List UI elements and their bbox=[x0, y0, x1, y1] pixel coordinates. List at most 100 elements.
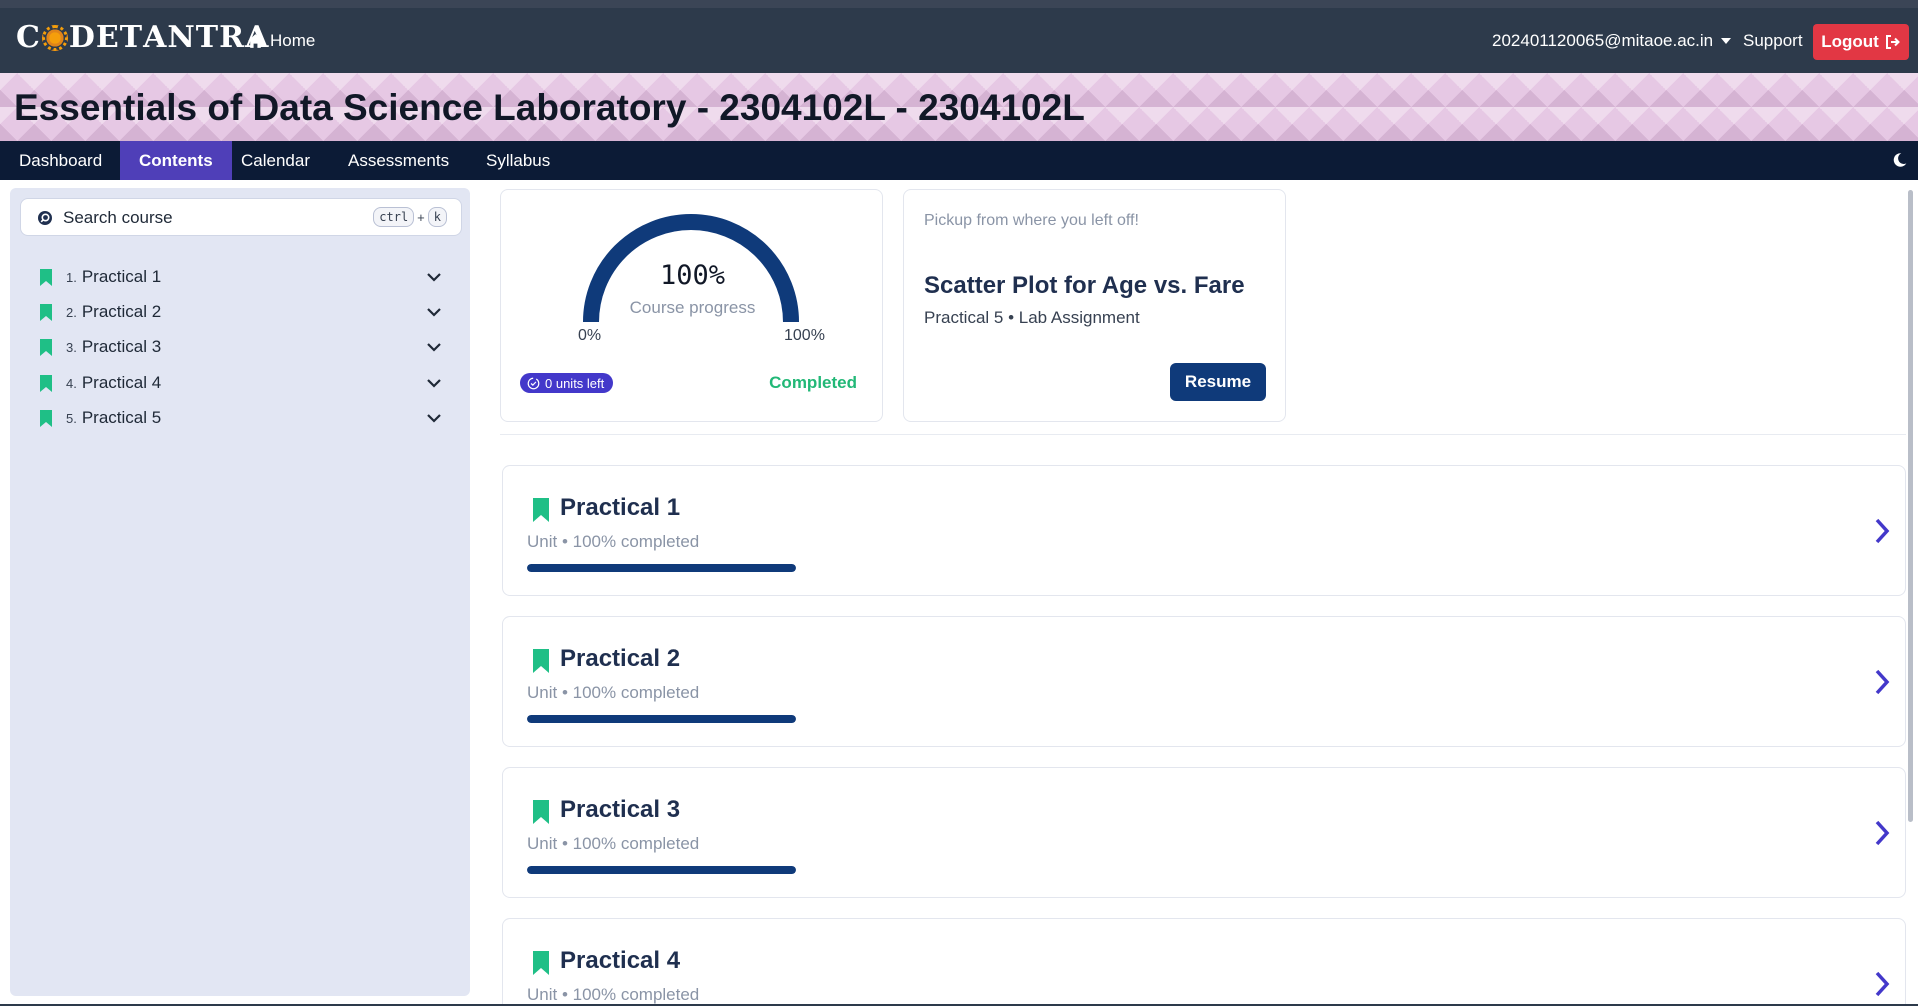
search-icon bbox=[38, 211, 52, 225]
sidebar-item-label: Practical 3 bbox=[81, 337, 162, 356]
search-course-button[interactable]: Search course ctrl + k bbox=[20, 198, 462, 236]
logout-label: Logout bbox=[1821, 32, 1879, 51]
bookmark-icon bbox=[533, 800, 549, 824]
unit-progress-bar bbox=[527, 715, 796, 723]
codetantra-logo[interactable]: C DET ANTRA bbox=[16, 20, 269, 55]
kbd-k: k bbox=[427, 207, 447, 227]
course-tabs: Dashboard Contents Calendar Assessments … bbox=[0, 141, 1918, 180]
page-scrollbar-thumb[interactable] bbox=[1908, 190, 1913, 822]
user-menu-dropdown[interactable]: 202401120065@mitaoe.ac.in bbox=[1492, 31, 1732, 51]
home-icon bbox=[248, 33, 263, 48]
logo-letter-c: C bbox=[16, 20, 41, 55]
unit-title: Practical 4 bbox=[560, 947, 681, 974]
logout-button[interactable]: Logout bbox=[1813, 24, 1909, 60]
resume-hint: Pickup from where you left off! bbox=[924, 212, 1139, 229]
moon-icon[interactable] bbox=[1890, 151, 1908, 169]
course-progress-card: 100% Course progress 0% 100% 0 units lef… bbox=[500, 189, 883, 422]
units-left-text: 0 units left bbox=[545, 375, 605, 391]
home-link[interactable]: Home bbox=[247, 31, 315, 51]
logo-text-part: DET bbox=[68, 20, 144, 55]
logo-sun-icon bbox=[41, 24, 68, 51]
bookmark-icon bbox=[40, 303, 52, 321]
bookmark-icon bbox=[40, 374, 52, 392]
unit-title: Practical 1 bbox=[560, 494, 681, 521]
bookmark-icon bbox=[40, 338, 52, 356]
search-course-label: Search course bbox=[63, 208, 173, 227]
unit-card-practical-1[interactable]: Practical 1 Unit • 100% completed bbox=[502, 465, 1906, 596]
sidebar-item-number: 3. bbox=[66, 339, 77, 355]
chevron-down-icon[interactable] bbox=[426, 269, 442, 285]
resume-lesson-subtitle: Practical 5 • Lab Assignment bbox=[924, 308, 1140, 327]
resume-lesson-title: Scatter Plot for Age vs. Fare bbox=[924, 272, 1245, 299]
top-navbar: C DET ANTRA Home 202401120065@mitaoe.ac.… bbox=[0, 8, 1918, 73]
tab-dashboard[interactable]: Dashboard bbox=[0, 141, 121, 180]
tab-contents[interactable]: Contents bbox=[120, 141, 232, 180]
chevron-right-icon[interactable] bbox=[1873, 970, 1891, 998]
search-shortcut: ctrl + k bbox=[373, 207, 447, 227]
unit-subtitle: Unit • 100% completed bbox=[527, 532, 700, 551]
unit-card-practical-4[interactable]: Practical 4 Unit • 100% completed bbox=[502, 918, 1906, 1006]
unit-progress-bar bbox=[527, 866, 796, 874]
caret-down-icon bbox=[1721, 38, 1732, 44]
page-title: Essentials of Data Science Laboratory - … bbox=[14, 87, 1085, 128]
sidebar-item-number: 2. bbox=[66, 304, 77, 320]
unit-progress-bar bbox=[527, 564, 796, 572]
gauge-max-label: 100% bbox=[784, 327, 825, 344]
support-link[interactable]: Support bbox=[1743, 31, 1803, 51]
kbd-ctrl: ctrl bbox=[373, 207, 415, 227]
bookmark-icon bbox=[533, 649, 549, 673]
unit-subtitle: Unit • 100% completed bbox=[527, 985, 700, 1004]
sidebar-item-number: 5. bbox=[66, 410, 77, 426]
tab-calendar[interactable]: Calendar bbox=[222, 141, 329, 180]
sidebar-item-practical-2[interactable]: 2. Practical 2 bbox=[40, 297, 460, 327]
home-label: Home bbox=[270, 31, 316, 50]
units-left-badge: 0 units left bbox=[520, 373, 614, 393]
kbd-plus: + bbox=[417, 209, 425, 225]
user-email: 202401120065@mitaoe.ac.in bbox=[1492, 31, 1714, 50]
chevron-right-icon[interactable] bbox=[1873, 668, 1891, 696]
tab-assessments[interactable]: Assessments bbox=[329, 141, 468, 180]
bookmark-icon bbox=[40, 409, 52, 427]
sidebar-item-label: Practical 5 bbox=[81, 408, 162, 427]
tab-syllabus[interactable]: Syllabus bbox=[467, 141, 569, 180]
section-divider bbox=[500, 434, 1906, 435]
unit-progress-fill bbox=[527, 866, 796, 874]
course-sidebar: Search course ctrl + k 1. Practical 1 2.… bbox=[10, 188, 470, 996]
chevron-right-icon[interactable] bbox=[1873, 819, 1891, 847]
sidebar-item-label: Practical 4 bbox=[81, 373, 162, 392]
unit-title: Practical 2 bbox=[560, 645, 681, 672]
unit-title: Practical 3 bbox=[560, 796, 681, 823]
unit-card-practical-2[interactable]: Practical 2 Unit • 100% completed bbox=[502, 616, 1906, 747]
bookmark-icon bbox=[533, 951, 549, 975]
bookmark-icon bbox=[40, 268, 52, 286]
unit-subtitle: Unit • 100% completed bbox=[527, 683, 700, 702]
chevron-down-icon[interactable] bbox=[426, 375, 442, 391]
sidebar-item-practical-3[interactable]: 3. Practical 3 bbox=[40, 332, 460, 362]
chevron-down-icon[interactable] bbox=[426, 339, 442, 355]
sidebar-item-label: Practical 2 bbox=[81, 302, 162, 321]
clock-check-icon bbox=[527, 377, 540, 389]
window-top-strip bbox=[0, 0, 1918, 8]
sidebar-item-practical-4[interactable]: 4. Practical 4 bbox=[40, 368, 460, 398]
status-completed: Completed bbox=[769, 373, 857, 392]
sign-out-icon bbox=[1885, 35, 1900, 49]
sidebar-item-number: 1. bbox=[66, 269, 77, 285]
sidebar-item-label: Practical 1 bbox=[81, 267, 162, 286]
sidebar-item-practical-1[interactable]: 1. Practical 1 bbox=[40, 262, 460, 292]
resume-button[interactable]: Resume bbox=[1170, 363, 1266, 401]
unit-card-practical-3[interactable]: Practical 3 Unit • 100% completed bbox=[502, 767, 1906, 898]
progress-percent: 100% bbox=[659, 260, 726, 291]
chevron-down-icon[interactable] bbox=[426, 410, 442, 426]
bookmark-icon bbox=[533, 498, 549, 522]
progress-label: Course progress bbox=[629, 298, 756, 317]
sidebar-item-number: 4. bbox=[66, 375, 77, 391]
gauge-min-label: 0% bbox=[578, 327, 602, 344]
resume-card: Pickup from where you left off! Scatter … bbox=[903, 189, 1286, 422]
course-banner: Essentials of Data Science Laboratory - … bbox=[0, 73, 1918, 141]
sidebar-item-practical-5[interactable]: 5. Practical 5 bbox=[40, 403, 460, 433]
chevron-down-icon[interactable] bbox=[426, 304, 442, 320]
unit-subtitle: Unit • 100% completed bbox=[527, 834, 700, 853]
unit-progress-fill bbox=[527, 564, 796, 572]
chevron-right-icon[interactable] bbox=[1873, 517, 1891, 545]
unit-progress-fill bbox=[527, 715, 796, 723]
